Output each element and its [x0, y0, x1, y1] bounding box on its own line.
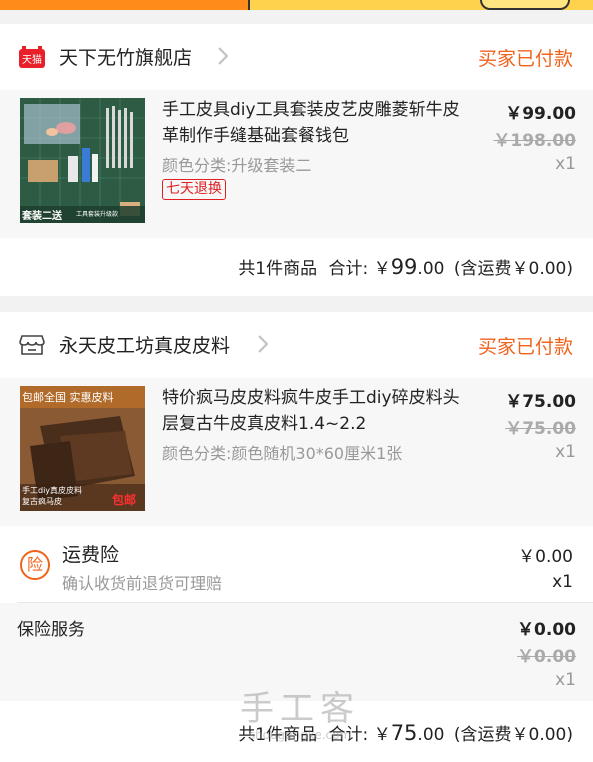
item-quantity: x1: [555, 442, 576, 462]
insurance-price: ￥0.00: [518, 547, 573, 567]
service-price: ￥0.00: [517, 620, 576, 640]
insurance-description: 确认收货前退货可理赔: [62, 574, 223, 593]
product-sku: 颜色分类:颜色随机30*60厘米1张: [162, 444, 403, 463]
total-decimal: .00: [417, 725, 445, 745]
service-original-price: ￥0.00: [517, 647, 576, 667]
shop-name[interactable]: 永天皮工坊真皮皮料: [59, 331, 230, 358]
order-summary: 共1件商品 合计: ￥75.00 (含运费￥0.00): [238, 720, 573, 745]
item-price: ￥75.00: [505, 392, 576, 412]
return-policy-badge: 七天退换: [162, 179, 226, 200]
tmall-icon: 天猫: [19, 46, 45, 68]
insurance-title: 运费险: [62, 544, 120, 566]
shipping-insurance-row[interactable]: 险 运费险 确认收货前退货可理赔 ￥0.00 x1: [0, 526, 593, 602]
insurance-quantity: x1: [552, 572, 573, 592]
thumbnail-free-shipping: 包邮: [112, 493, 137, 507]
chevron-right-icon[interactable]: [216, 45, 230, 73]
item-original-price: ￥75.00: [505, 419, 576, 439]
product-thumbnail[interactable]: 包邮全国 实惠皮料 手工diy真皮皮料 复古疯马皮 包邮: [20, 386, 145, 511]
store-icon: [19, 334, 45, 356]
order-item[interactable]: 包邮全国 实惠皮料 手工diy真皮皮料 复古疯马皮 包邮 特价疯马皮皮料疯牛皮手…: [0, 378, 593, 526]
product-sku: 颜色分类:升级套装二: [162, 156, 312, 175]
thumbnail-caption-bottom: 手工diy真皮皮料: [22, 486, 83, 495]
currency-symbol: ￥: [373, 725, 391, 745]
item-quantity: x1: [555, 154, 576, 174]
svg-text:天猫: 天猫: [22, 53, 42, 66]
currency-symbol: ￥: [373, 259, 391, 279]
item-price: ￥99.00: [505, 104, 576, 124]
order-card: 永天皮工坊真皮皮料 买家已付款 包邮全国 实惠皮料 手工diy真皮皮料 复古疯马…: [0, 312, 593, 762]
shop-header[interactable]: 天猫 天下无竹旗舰店 买家已付款: [0, 24, 593, 90]
total-integer: 75: [390, 721, 418, 745]
product-title[interactable]: 特价疯马皮皮料疯牛皮手工diy碎皮料头层复古牛皮真皮料1.4~2.2: [162, 385, 462, 437]
insurance-service-row[interactable]: 保险服务 ￥0.00 ￥0.00 x1: [0, 603, 593, 701]
service-quantity: x1: [555, 670, 576, 690]
order-card: 天猫 天下无竹旗舰店 买家已付款 套装二送 工具套装升级款 手工皮具diy工具套…: [0, 24, 593, 296]
thumbnail-caption-top: 包邮全国 实惠皮料: [22, 391, 114, 404]
shop-header[interactable]: 永天皮工坊真皮皮料 买家已付款: [0, 312, 593, 378]
shipping-note: (含运费￥0.00): [453, 259, 573, 279]
order-status: 买家已付款: [477, 336, 573, 358]
shipping-note: (含运费￥0.00): [453, 725, 573, 745]
product-title[interactable]: 手工皮具diy工具套装皮艺皮雕菱斩牛皮革制作手缝基础套餐钱包: [162, 97, 462, 149]
total-integer: 99: [390, 255, 418, 279]
item-count: 共1件商品: [238, 259, 318, 279]
shop-name[interactable]: 天下无竹旗舰店: [59, 43, 192, 70]
order-summary: 共1件商品 合计: ￥99.00 (含运费￥0.00): [238, 254, 573, 279]
chevron-right-icon[interactable]: [256, 333, 270, 361]
insurance-icon: 险: [20, 550, 50, 580]
total-label: 合计:: [328, 725, 369, 745]
mascot-image: [480, 0, 570, 10]
total-decimal: .00: [417, 259, 445, 279]
total-label: 合计:: [328, 259, 369, 279]
item-original-price: ￥198.00: [493, 131, 576, 151]
item-count: 共1件商品: [238, 725, 318, 745]
thumbnail-caption: 套装二送: [22, 211, 62, 222]
order-status: 买家已付款: [477, 48, 573, 70]
service-label: 保险服务: [17, 620, 85, 640]
top-banner: [0, 0, 593, 10]
order-item[interactable]: 套装二送 工具套装升级款 手工皮具diy工具套装皮艺皮雕菱斩牛皮革制作手缝基础套…: [0, 90, 593, 238]
thumbnail-caption-bottom-2: 复古疯马皮: [22, 497, 62, 506]
thumbnail-caption-sub: 工具套装升级款: [76, 211, 119, 218]
product-thumbnail[interactable]: 套装二送 工具套装升级款: [20, 98, 145, 223]
